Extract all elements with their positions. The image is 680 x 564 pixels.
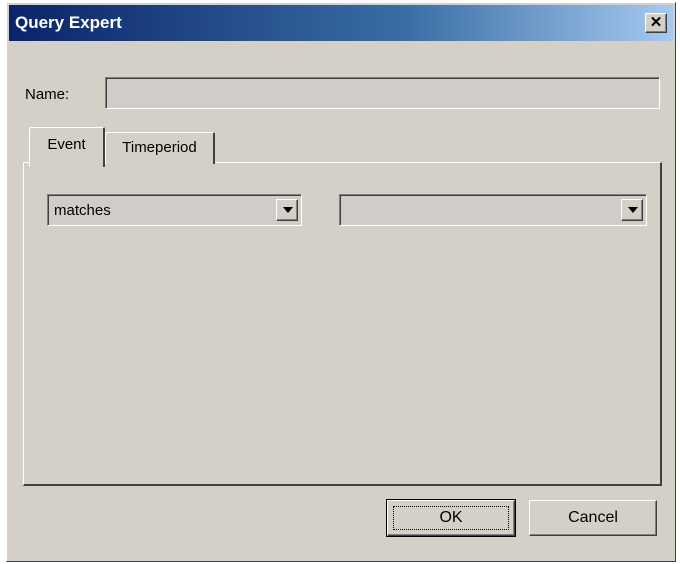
operator-dropdown[interactable]: matches [47, 194, 302, 226]
ok-button-label: OK [393, 506, 509, 530]
tab-timeperiod-label: Timeperiod [122, 139, 197, 156]
chevron-down-icon [283, 207, 293, 213]
close-button[interactable]: ✕ [645, 13, 667, 33]
window-title: Query Expert [15, 13, 122, 32]
close-icon: ✕ [649, 14, 663, 31]
tab-timeperiod[interactable]: Timeperiod [105, 132, 215, 164]
operator-dropdown-value: matches [54, 202, 111, 219]
value-dropdown-button[interactable] [621, 199, 643, 221]
chevron-down-icon [628, 207, 638, 213]
value-dropdown[interactable] [339, 194, 647, 226]
ok-button[interactable]: OK [386, 499, 516, 537]
operator-dropdown-button[interactable] [276, 199, 298, 221]
name-label: Name: [25, 86, 70, 103]
title-bar[interactable]: Query Expert ✕ [9, 5, 673, 41]
name-input[interactable] [105, 77, 660, 109]
tab-event-label: Event [47, 136, 86, 153]
tab-event[interactable]: Event [29, 127, 105, 167]
cancel-button[interactable]: Cancel [529, 500, 657, 536]
